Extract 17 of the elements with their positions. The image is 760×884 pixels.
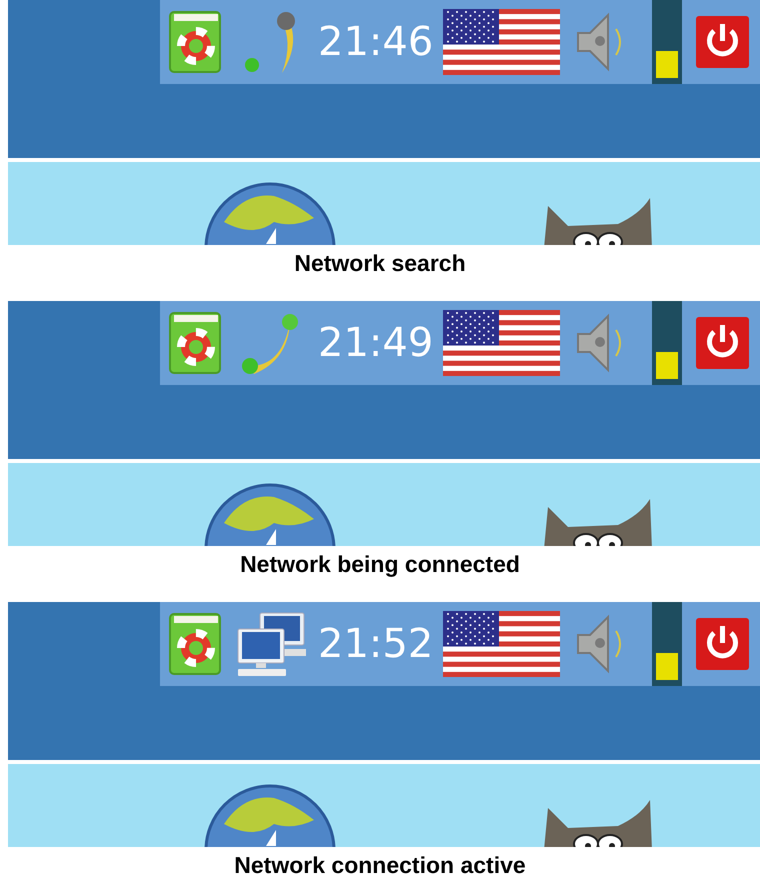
flag-icon[interactable] bbox=[443, 9, 560, 75]
clock-text[interactable]: 21:52 bbox=[318, 624, 438, 664]
help-book-icon[interactable] bbox=[168, 311, 224, 375]
caption: Network connection active bbox=[234, 850, 526, 880]
globe-icon[interactable] bbox=[204, 784, 336, 847]
power-icon[interactable] bbox=[696, 16, 749, 68]
help-book-icon[interactable] bbox=[168, 612, 224, 676]
clock-text[interactable]: 21:46 bbox=[318, 22, 438, 62]
flag-icon[interactable] bbox=[443, 310, 560, 376]
power-icon[interactable] bbox=[696, 317, 749, 369]
power-icon[interactable] bbox=[696, 618, 749, 670]
caption: Network being connected bbox=[240, 550, 520, 579]
clock-text[interactable]: 21:49 bbox=[318, 323, 438, 363]
help-book-icon[interactable] bbox=[168, 10, 224, 74]
computers-icon[interactable] bbox=[236, 611, 308, 677]
flag-icon[interactable] bbox=[443, 611, 560, 677]
caption: Network search bbox=[294, 248, 466, 278]
